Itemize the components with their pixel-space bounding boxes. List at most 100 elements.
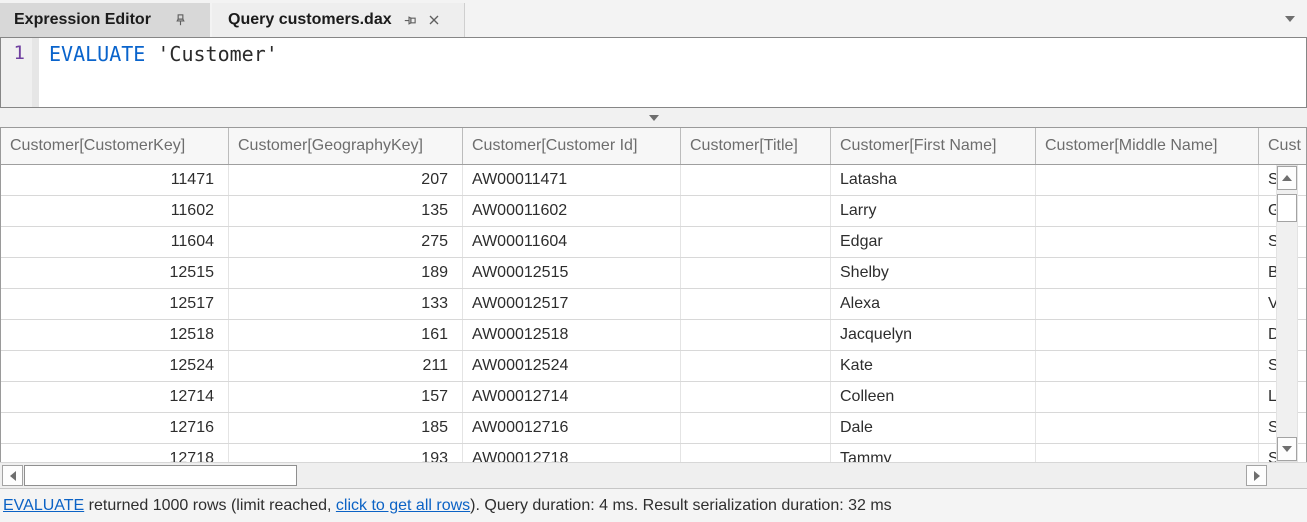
status-link[interactable]: click to get all rows xyxy=(336,497,470,514)
table-cell xyxy=(681,227,831,257)
column-header[interactable]: Customer[CustomerKey] xyxy=(1,128,229,164)
table-cell xyxy=(1036,444,1259,462)
table-cell: 11602 xyxy=(1,196,229,226)
table-cell xyxy=(1036,258,1259,288)
table-row[interactable]: 11471207AW00011471LatashaS xyxy=(1,165,1306,196)
dax-keyword: EVALUATE xyxy=(49,42,145,66)
table-cell: Tammy xyxy=(831,444,1036,462)
table-cell xyxy=(681,289,831,319)
table-cell: AW00012714 xyxy=(463,382,681,412)
table-cell xyxy=(1036,320,1259,350)
table-cell: AW00012518 xyxy=(463,320,681,350)
results-grid: Customer[CustomerKey]Customer[GeographyK… xyxy=(0,127,1307,462)
table-cell: 133 xyxy=(229,289,463,319)
line-number-gutter: 1 xyxy=(1,38,39,107)
table-cell: AW00011471 xyxy=(463,165,681,195)
status-bar: EVALUATE returned 1000 rows (limit reach… xyxy=(0,488,1307,522)
scroll-left-button[interactable] xyxy=(2,465,23,486)
dax-query-window: Expression Editor Query customers.dax xyxy=(0,0,1307,522)
tab-label: Query customers.dax xyxy=(228,11,392,29)
table-row[interactable]: 11602135AW00011602LarryG xyxy=(1,196,1306,227)
table-cell: 12716 xyxy=(1,413,229,443)
table-cell: Jacquelyn xyxy=(831,320,1036,350)
dax-table-reference: 'Customer' xyxy=(157,42,277,66)
grid-header-row: Customer[CustomerKey]Customer[GeographyK… xyxy=(1,128,1306,165)
table-cell: 12515 xyxy=(1,258,229,288)
table-cell: Colleen xyxy=(831,382,1036,412)
column-header[interactable]: Customer[Middle Name] xyxy=(1036,128,1259,164)
table-row[interactable]: 12524211AW00012524KateS xyxy=(1,351,1306,382)
table-cell xyxy=(681,196,831,226)
table-cell xyxy=(681,444,831,462)
table-cell xyxy=(1036,382,1259,412)
table-cell: 12518 xyxy=(1,320,229,350)
vertical-scrollbar[interactable] xyxy=(1276,165,1298,462)
close-icon[interactable] xyxy=(427,13,441,27)
table-row[interactable]: 11604275AW00011604EdgarS xyxy=(1,227,1306,258)
column-header[interactable]: Customer[Title] xyxy=(681,128,831,164)
grid-body: 11471207AW00011471LatashaS11602135AW0001… xyxy=(1,165,1306,462)
code-line[interactable]: EVALUATE 'Customer' xyxy=(49,42,278,66)
triangle-up-icon xyxy=(1282,175,1292,181)
table-cell: AW00012515 xyxy=(463,258,681,288)
scroll-down-button[interactable] xyxy=(1277,437,1297,461)
triangle-down-icon xyxy=(1282,446,1292,452)
table-row[interactable]: 12718193AW00012718TammyS xyxy=(1,444,1306,462)
table-cell: AW00011604 xyxy=(463,227,681,257)
status-text-segment: ). Query duration: 4 ms. Result serializ… xyxy=(470,497,892,514)
triangle-right-icon xyxy=(1254,471,1260,481)
expression-editor[interactable]: 1 EVALUATE 'Customer' xyxy=(0,37,1307,108)
horizontal-scrollbar-thumb[interactable] xyxy=(24,465,297,486)
horizontal-scrollbar[interactable] xyxy=(0,462,1307,488)
editor-results-splitter[interactable] xyxy=(0,108,1307,127)
tab-expression-editor[interactable]: Expression Editor xyxy=(0,3,210,37)
column-header[interactable]: Customer[GeographyKey] xyxy=(229,128,463,164)
table-cell: 12517 xyxy=(1,289,229,319)
table-cell xyxy=(681,320,831,350)
table-cell: 12718 xyxy=(1,444,229,462)
table-cell xyxy=(1036,351,1259,381)
table-cell: AW00012517 xyxy=(463,289,681,319)
tab-query-customers-dax[interactable]: Query customers.dax xyxy=(212,3,465,37)
status-text-segment: returned 1000 rows (limit reached, xyxy=(84,497,336,514)
column-header[interactable]: Customer[Customer Id] xyxy=(463,128,681,164)
status-link[interactable]: EVALUATE xyxy=(3,497,84,514)
table-cell xyxy=(681,351,831,381)
table-row[interactable]: 12714157AW00012714ColleenL xyxy=(1,382,1306,413)
table-cell: Larry xyxy=(831,196,1036,226)
pin-icon[interactable] xyxy=(402,13,417,28)
table-cell xyxy=(1036,196,1259,226)
table-cell xyxy=(1036,413,1259,443)
scroll-up-button[interactable] xyxy=(1277,166,1297,190)
column-header[interactable]: Cust xyxy=(1259,128,1307,164)
table-cell: Dale xyxy=(831,413,1036,443)
table-row[interactable]: 12716185AW00012716DaleS xyxy=(1,413,1306,444)
table-cell: AW00011602 xyxy=(463,196,681,226)
table-cell: 275 xyxy=(229,227,463,257)
line-number: 1 xyxy=(1,38,25,64)
table-cell xyxy=(681,413,831,443)
table-cell xyxy=(681,258,831,288)
table-cell: 185 xyxy=(229,413,463,443)
table-row[interactable]: 12518161AW00012518JacquelynD xyxy=(1,320,1306,351)
table-cell: 12714 xyxy=(1,382,229,412)
table-cell: 135 xyxy=(229,196,463,226)
table-cell xyxy=(1036,289,1259,319)
table-cell: 11604 xyxy=(1,227,229,257)
code-space xyxy=(145,42,157,66)
table-cell: 12524 xyxy=(1,351,229,381)
table-cell: Kate xyxy=(831,351,1036,381)
table-row[interactable]: 12517133AW00012517AlexaV xyxy=(1,289,1306,320)
column-header[interactable]: Customer[First Name] xyxy=(831,128,1036,164)
vertical-scrollbar-thumb[interactable] xyxy=(1277,194,1297,222)
scroll-right-button[interactable] xyxy=(1246,465,1267,486)
table-cell: 193 xyxy=(229,444,463,462)
table-cell: 207 xyxy=(229,165,463,195)
pin-icon[interactable] xyxy=(173,13,188,28)
table-cell: 161 xyxy=(229,320,463,350)
table-row[interactable]: 12515189AW00012515ShelbyB xyxy=(1,258,1306,289)
table-cell xyxy=(681,165,831,195)
triangle-left-icon xyxy=(10,471,16,481)
chevron-down-icon[interactable] xyxy=(1285,16,1295,22)
status-text: EVALUATE returned 1000 rows (limit reach… xyxy=(3,497,892,515)
